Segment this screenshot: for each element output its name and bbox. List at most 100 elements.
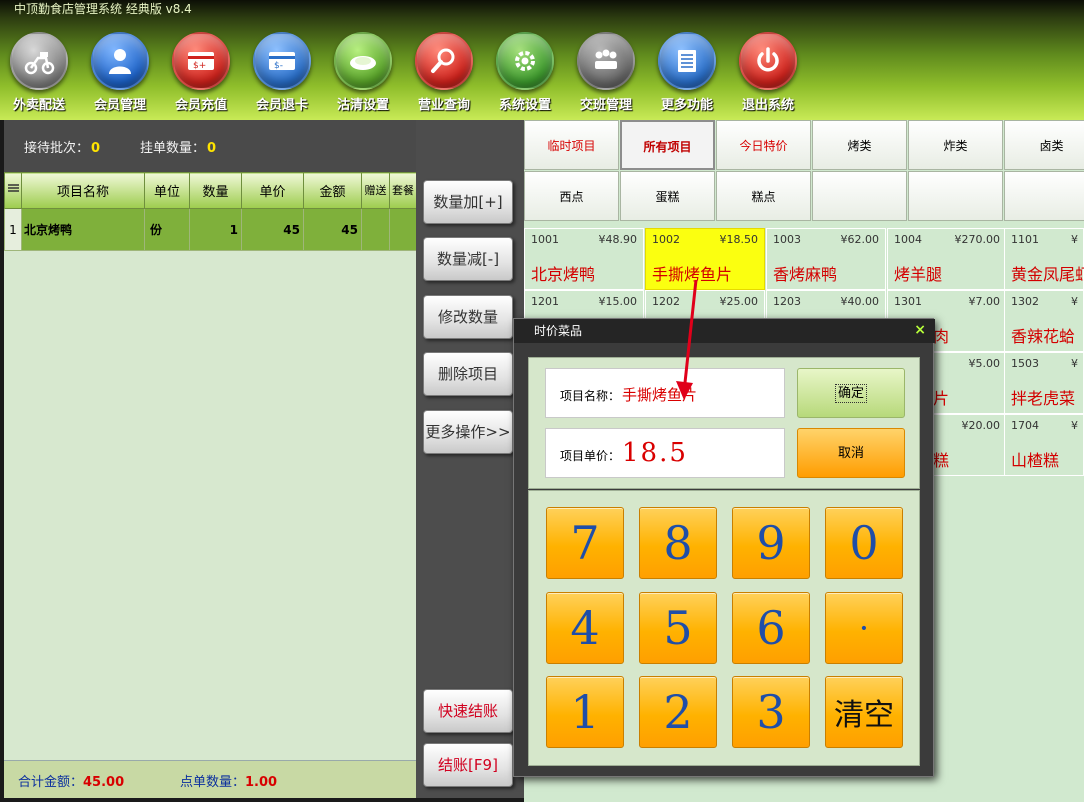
item-name-field[interactable]: 项目名称： 手撕烤鱼片	[545, 368, 785, 418]
item-price: ¥25.00	[719, 295, 759, 308]
order-count: 点单数量：1.00	[180, 771, 277, 790]
category-pastry[interactable]: 糕点	[716, 171, 811, 221]
menu-item-card[interactable]: 1003 ¥62.00 香烤麻鸭	[766, 228, 886, 290]
close-icon[interactable]: ×	[914, 322, 926, 338]
list-icon	[658, 32, 716, 90]
item-price: ¥18.50	[719, 233, 759, 246]
col-header-amount[interactable]: 金额	[303, 172, 362, 209]
menu-item-card[interactable]: 1101 ¥ 黄金凤尾虾	[1004, 228, 1084, 290]
shift-manage-button[interactable]: 交班管理	[567, 32, 645, 113]
key-3[interactable]: 3	[732, 676, 810, 748]
qty-add-button[interactable]: 数量加[+]	[423, 180, 513, 224]
item-name: 片	[933, 389, 950, 408]
business-query-button[interactable]: 营业查询	[405, 32, 483, 113]
category-cake[interactable]: 蛋糕	[620, 171, 715, 221]
total-amount: 合计金额：45.00	[18, 771, 124, 790]
window-title: 中顶勤食店管理系统 经典版 v8.4	[14, 2, 192, 16]
member-recharge-button[interactable]: $+ 会员充值	[162, 32, 240, 113]
more-functions-button[interactable]: 更多功能	[648, 32, 726, 113]
key-clear[interactable]: 清空	[825, 676, 903, 748]
item-price: ¥20.00	[961, 419, 1001, 432]
category-empty[interactable]	[812, 171, 907, 221]
col-header-name[interactable]: 项目名称	[21, 172, 145, 209]
modify-qty-button[interactable]: 修改数量	[423, 295, 513, 339]
wait-batch-value: 0	[91, 141, 101, 156]
cancel-button[interactable]: 取消	[797, 428, 905, 478]
member-manage-button[interactable]: 会员管理	[81, 32, 159, 113]
key-8[interactable]: 8	[639, 507, 717, 579]
order-summary: 合计金额：45.00 点单数量：1.00	[4, 760, 416, 798]
confirm-button[interactable]: 确定	[797, 368, 905, 418]
scooter-icon	[10, 32, 68, 90]
row-index: 1	[4, 208, 22, 251]
col-header-unit[interactable]: 单位	[144, 172, 190, 209]
item-price: ¥62.00	[840, 233, 880, 246]
key-5[interactable]: 5	[639, 592, 717, 664]
item-code: 1203	[773, 295, 801, 308]
category-all[interactable]: 所有项目	[620, 120, 715, 170]
item-price: ¥270.00	[954, 233, 1001, 246]
menu-item-card[interactable]: 1004 ¥270.00 烤羊腿	[887, 228, 1007, 290]
category-special[interactable]: 今日特价	[716, 120, 811, 170]
item-code: 1002	[652, 233, 680, 246]
category-fried[interactable]: 炸类	[908, 120, 1003, 170]
qty-sub-button[interactable]: 数量减[-]	[423, 237, 513, 281]
wait-batch-label: 接待批次：	[24, 141, 90, 156]
category-braised[interactable]: 卤类	[1004, 120, 1084, 170]
cell-package	[389, 208, 417, 251]
key-6[interactable]: 6	[732, 592, 810, 664]
soldout-setting-button[interactable]: 沽清设置	[324, 32, 402, 113]
item-price: ¥48.90	[598, 233, 638, 246]
category-empty[interactable]	[1004, 171, 1084, 221]
category-empty[interactable]	[908, 171, 1003, 221]
menu-item-card[interactable]: 1503 ¥ 拌老虎菜	[1004, 352, 1084, 414]
key-1[interactable]: 1	[546, 676, 624, 748]
item-price: ¥15.00	[598, 295, 638, 308]
user-icon	[91, 32, 149, 90]
menu-item-card-selected[interactable]: 1002 ¥18.50 手撕烤鱼片	[645, 228, 765, 290]
menu-item-card[interactable]: 1302 ¥ 香辣花蛤	[1004, 290, 1084, 352]
member-refund-button[interactable]: $- 会员退卡	[243, 32, 321, 113]
checkout-button[interactable]: 结账[F9]	[423, 743, 513, 787]
item-name: 香烤麻鸭	[773, 265, 838, 284]
app-window: 中顶勤食店管理系统 经典版 v8.4 外卖配送 会员管理 $+ 会员充值 $- …	[0, 0, 1084, 802]
key-2[interactable]: 2	[639, 676, 717, 748]
col-header-package[interactable]: 套餐	[389, 172, 417, 209]
key-9[interactable]: 9	[732, 507, 810, 579]
item-name: 肉	[933, 327, 950, 346]
key-0[interactable]: 0	[825, 507, 903, 579]
system-setting-button[interactable]: 系统设置	[486, 32, 564, 113]
toolbar-label: 系统设置	[498, 98, 551, 113]
quick-checkout-button[interactable]: 快速结账	[423, 689, 513, 733]
toolbar-label: 外卖配送	[12, 98, 65, 113]
item-price: ¥	[1071, 233, 1078, 246]
delete-item-button[interactable]: 删除项目	[423, 352, 513, 396]
category-temp[interactable]: 临时项目	[524, 120, 619, 170]
item-name: 黄金凤尾虾	[1011, 265, 1084, 284]
key-dot[interactable]: ·	[825, 592, 903, 664]
more-ops-button[interactable]: 更多操作>>	[423, 410, 513, 454]
item-price-field[interactable]: 项目单价： 18.5	[545, 428, 785, 478]
col-header-price[interactable]: 单价	[241, 172, 304, 209]
toolbar-label: 交班管理	[579, 98, 632, 113]
numeric-keypad: 7 8 9 0 4 5 6 · 1 2 3 清空	[528, 490, 920, 766]
category-roast[interactable]: 烤类	[812, 120, 907, 170]
col-header-qty[interactable]: 数量	[189, 172, 242, 209]
cell-name: 北京烤鸭	[21, 208, 145, 251]
key-7[interactable]: 7	[546, 507, 624, 579]
item-name-value: 手撕烤鱼片	[622, 386, 698, 404]
item-code: 1201	[531, 295, 559, 308]
delivery-button[interactable]: 外卖配送	[0, 32, 78, 113]
order-table: 项目名称 单位 数量 单价 金额 赠送 套餐 1 北京烤鸭 份 1 45 45	[4, 172, 417, 760]
item-code: 1003	[773, 233, 801, 246]
menu-item-card[interactable]: 1001 ¥48.90 北京烤鸭	[524, 228, 644, 290]
column-menu-icon[interactable]	[4, 172, 22, 209]
item-name: 拌老虎菜	[1011, 389, 1076, 408]
table-row[interactable]: 1 北京烤鸭 份 1 45 45	[4, 208, 417, 251]
col-header-gift[interactable]: 赠送	[361, 172, 390, 209]
order-stats: 接待批次： 0 挂单数量： 0	[4, 120, 416, 172]
key-4[interactable]: 4	[546, 592, 624, 664]
exit-system-button[interactable]: 退出系统	[729, 32, 807, 113]
category-western[interactable]: 西点	[524, 171, 619, 221]
menu-item-card[interactable]: 1704 ¥ 山楂糕	[1004, 414, 1084, 476]
